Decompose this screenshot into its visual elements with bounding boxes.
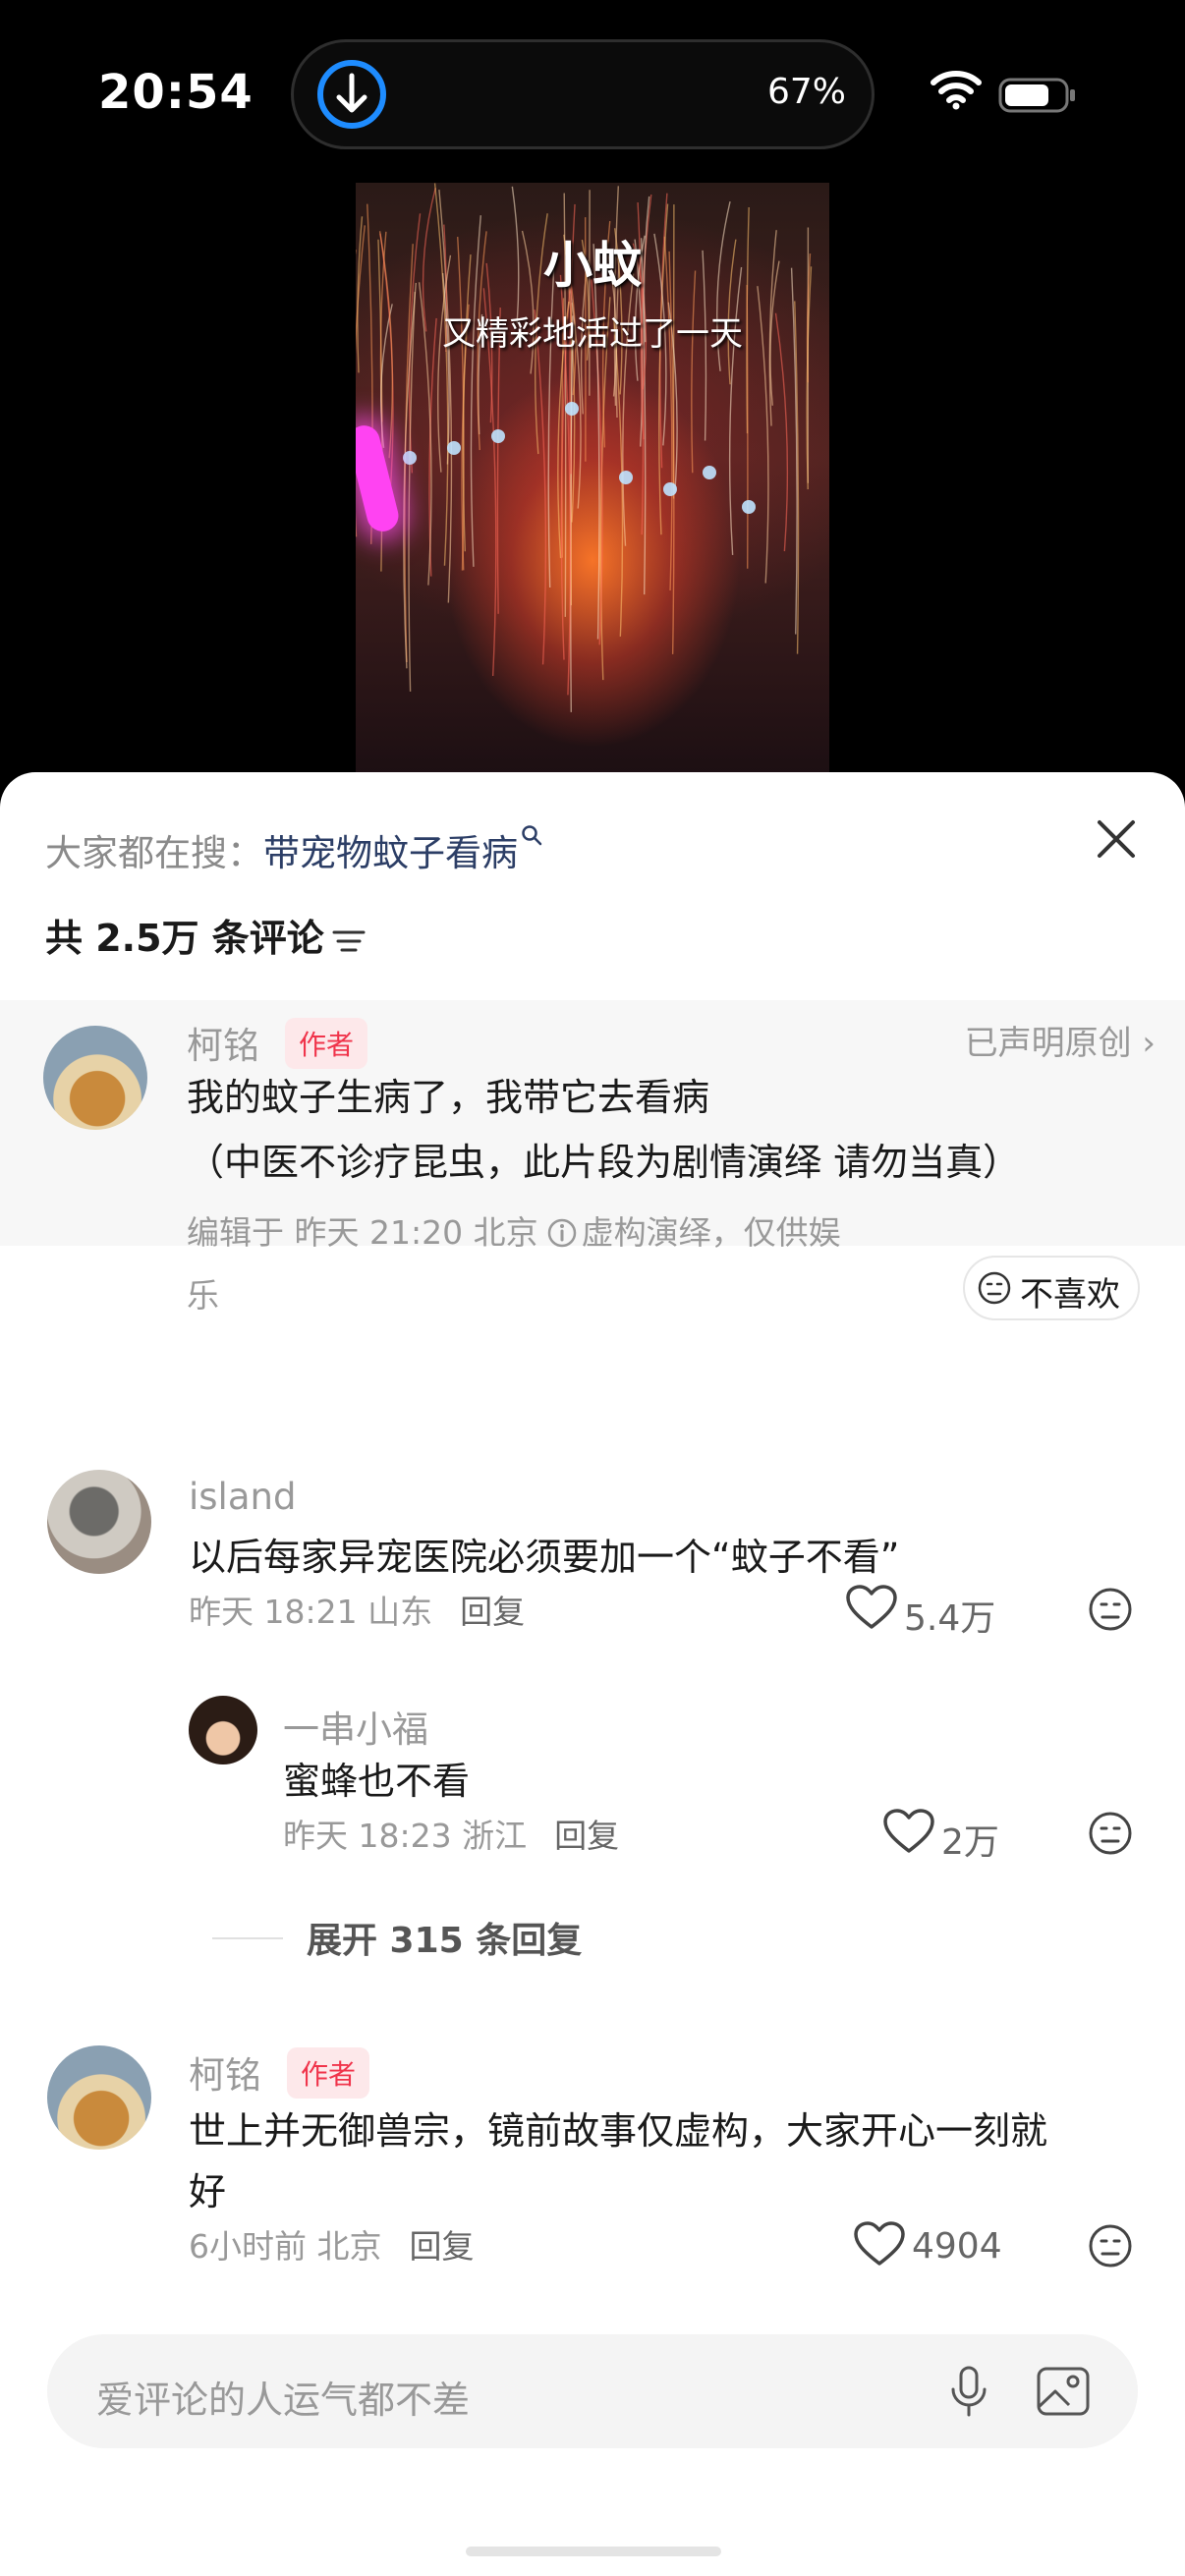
video-area[interactable]: 小蚊 又精彩地活过了一天 [0, 183, 1185, 792]
info-icon [547, 1218, 576, 1247]
comment-text-line2: 好 [189, 2170, 227, 2213]
heart-icon [854, 2221, 905, 2266]
author-badge: 作者 [287, 2047, 370, 2099]
author-badge: 作者 [285, 1018, 368, 1069]
dislike-face-icon[interactable] [1087, 1810, 1134, 1857]
comment-count: 共 2.5万 条评论 [45, 917, 324, 960]
dynamic-island[interactable]: 67% [291, 39, 875, 149]
reply-meta: 昨天 18:23 浙江 回复 [283, 1810, 619, 1857]
reply-button[interactable]: 回复 [410, 2227, 475, 2266]
reply-text: 蜜蜂也不看 [283, 1760, 471, 1803]
like-button[interactable]: 2万 [882, 1808, 1020, 1863]
avatar[interactable] [43, 1026, 147, 1130]
search-keyword[interactable]: 带宠物蚊子看病 [263, 832, 518, 874]
comment-meta: 6小时前 北京 回复 [189, 2220, 475, 2268]
avatar[interactable] [47, 2045, 151, 2150]
heart-icon [883, 1809, 934, 1853]
comment-text: 世上并无御兽宗，镜前故事仅虚构，大家开心一刻就 [189, 2109, 1048, 2153]
comment-time-location: 昨天 18:21 山东 [189, 1593, 433, 1631]
dislike-button[interactable]: 不喜欢 [963, 1256, 1140, 1320]
like-button[interactable]: 4904 [853, 2220, 1020, 2269]
avatar[interactable] [189, 1696, 257, 1764]
original-declaration-link[interactable]: 已声明原创 › [965, 1016, 1156, 1064]
home-indicator [466, 2547, 721, 2556]
battery-icon [998, 78, 1075, 113]
comment-text: 我的蚊子生病了，我带它去看病 [187, 1076, 710, 1119]
like-count: 4904 [912, 2226, 1002, 2267]
search-icon [522, 825, 542, 846]
search-suggestion[interactable]: 大家都在搜：带宠物蚊子看病 [45, 823, 543, 876]
search-prefix: 大家都在搜： [45, 832, 263, 874]
close-icon[interactable] [1095, 817, 1138, 861]
dislike-face-icon[interactable] [1087, 2222, 1134, 2269]
comment-sheet: 大家都在搜：带宠物蚊子看病 共 2.5万 条评论 柯铭 作者 已声明原创 › 我… [0, 772, 1185, 2576]
avatar[interactable] [47, 1470, 151, 1574]
comment-username[interactable]: island [189, 1476, 296, 1518]
expand-replies-label: 展开 315 条回复 [307, 1921, 583, 1961]
comment-meta: 昨天 18:21 山东 回复 [189, 1586, 525, 1633]
comment-username[interactable]: 柯铭 [189, 2045, 261, 2099]
dislike-face-icon [978, 1271, 1011, 1305]
comment-username[interactable]: 柯铭 [187, 1016, 259, 1069]
comment-text: 以后每家异宠医院必须要加一个“蚊子不看” [189, 1536, 900, 1579]
comment-count-row[interactable]: 共 2.5万 条评论 [45, 908, 366, 962]
microphone-icon[interactable] [941, 2364, 996, 2419]
comment-meta: 编辑于 昨天 21:20 北京 虚构演绎，仅供娱 [187, 1206, 841, 1254]
reply-button[interactable]: 回复 [554, 1817, 619, 1855]
video-caption-title: 小蚊 [543, 236, 642, 294]
download-progress-icon [317, 60, 386, 129]
like-button[interactable]: 5.4万 [845, 1584, 1012, 1639]
dislike-face-icon[interactable] [1087, 1586, 1134, 1633]
comment-input-bar[interactable]: 爱评论的人运气都不差 [47, 2334, 1138, 2448]
video-frame[interactable]: 小蚊 又精彩地活过了一天 [356, 183, 829, 792]
heart-icon [846, 1585, 897, 1629]
wifi-icon [931, 71, 982, 110]
edit-time-location: 编辑于 昨天 21:20 北京 [187, 1213, 538, 1252]
comment-time-location: 6小时前 北京 [189, 2227, 382, 2266]
island-battery-percent: 67% [766, 72, 846, 112]
expand-divider [212, 1937, 283, 1939]
like-count: 2万 [941, 1822, 999, 1863]
fiction-note: 虚构演绎，仅供娱 [581, 1213, 841, 1252]
video-caption-subtitle: 又精彩地活过了一天 [442, 314, 743, 354]
image-icon[interactable] [1036, 2366, 1091, 2417]
fiction-note-line2: 乐 [187, 1276, 219, 1315]
like-count: 5.4万 [904, 1598, 996, 1639]
reply-username[interactable]: 一串小福 [283, 1700, 428, 1753]
status-bar: 20:54 67% [0, 0, 1185, 187]
comment-text-line2: （中医不诊疗昆虫，此片段为剧情演绎 请勿当真） [187, 1141, 1021, 1184]
reply-time-location: 昨天 18:23 浙江 [283, 1817, 528, 1855]
dislike-label: 不喜欢 [1020, 1275, 1120, 1315]
reply-button[interactable]: 回复 [460, 1593, 525, 1631]
clock: 20:54 [98, 65, 254, 120]
sort-icon[interactable] [332, 926, 366, 956]
comment-input-placeholder[interactable]: 爱评论的人运气都不差 [96, 2370, 470, 2424]
